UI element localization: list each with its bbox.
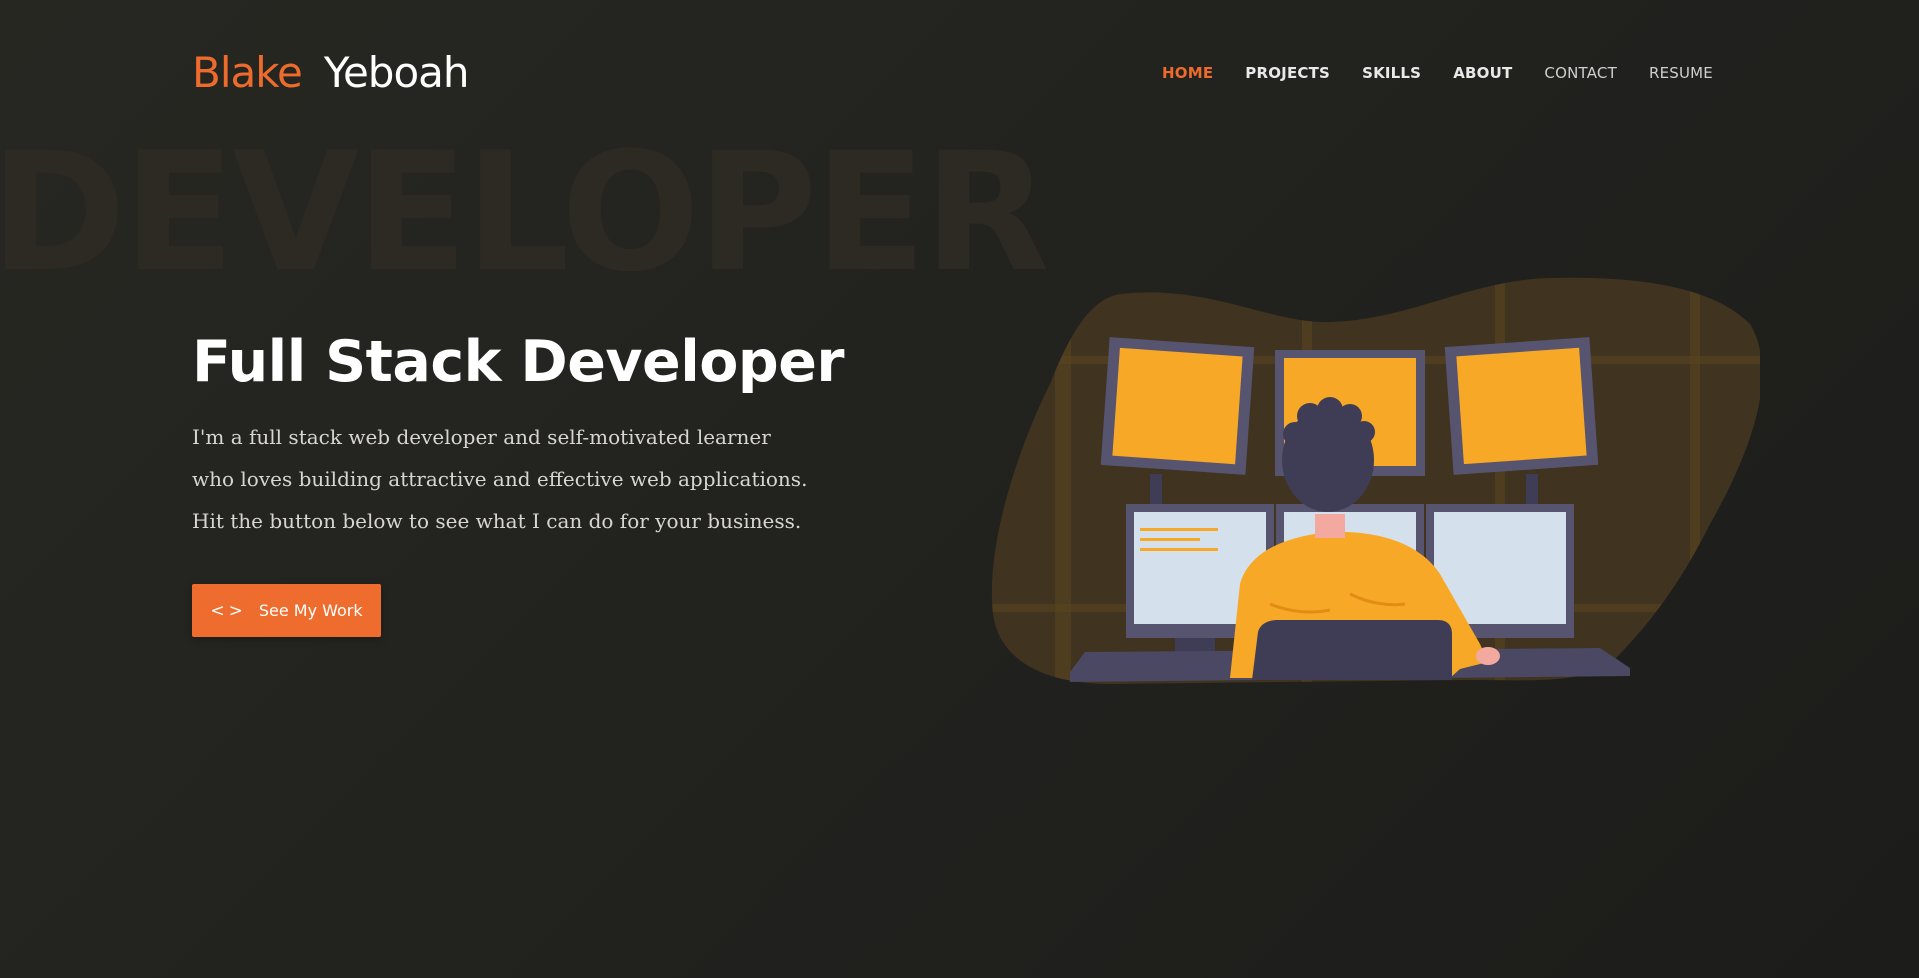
nav-item-skills[interactable]: SKILLS (1362, 60, 1421, 86)
hero-headline: Full Stack Developer (192, 329, 844, 395)
background-watermark-text: DEVELOPER (0, 117, 1050, 308)
nav-item-about[interactable]: ABOUT (1453, 60, 1512, 86)
code-icon: <> (210, 600, 247, 621)
brand-logo[interactable]: Blake Yeboah (192, 42, 470, 104)
brand-last-name: Yeboah (323, 48, 470, 97)
hero-bio: I'm a full stack web developer and self-… (192, 425, 808, 533)
nav-item-contact[interactable]: CONTACT (1544, 60, 1617, 86)
see-my-work-button[interactable]: <> See My Work (192, 584, 381, 637)
see-my-work-label: See My Work (258, 601, 363, 620)
developer-illustration (991, 277, 1760, 685)
brand-first-name: Blake (192, 48, 303, 97)
nav-item-home[interactable]: HOME (1162, 60, 1213, 86)
main-nav: HOME PROJECTS SKILLS ABOUT CONTACT RESUM… (1162, 60, 1713, 86)
nav-item-resume[interactable]: RESUME (1649, 60, 1713, 86)
chair (1252, 620, 1452, 680)
nav-item-projects[interactable]: PROJECTS (1245, 60, 1330, 86)
